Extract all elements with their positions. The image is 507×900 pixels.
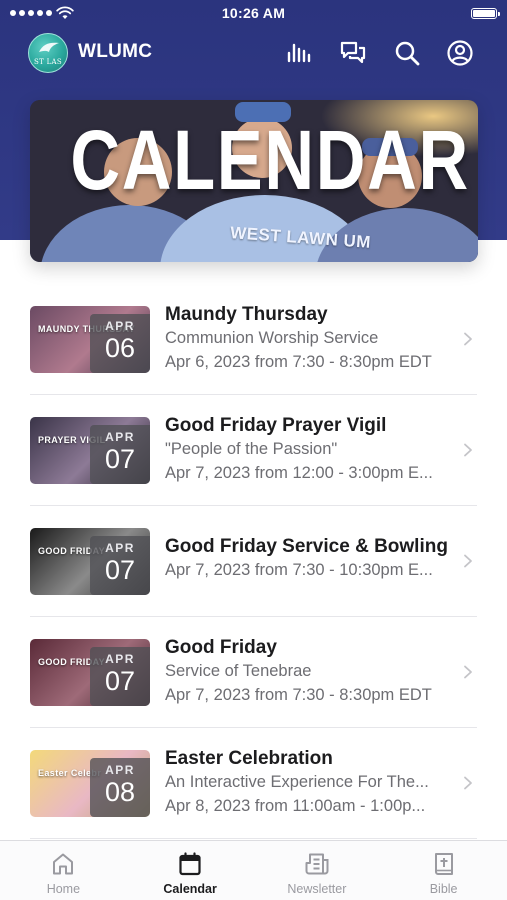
date-badge: APR 07 <box>90 647 150 706</box>
event-title: Good Friday <box>165 637 277 658</box>
event-text: Easter Celebration An Interactive Experie… <box>165 748 465 818</box>
event-datetime: Apr 7, 2023 from 7:30 - 10:30pm E... <box>165 561 433 579</box>
date-month: APR <box>105 430 135 444</box>
church-logo[interactable]: ST LAS <box>28 33 68 73</box>
event-title: Good Friday Prayer Vigil <box>165 415 387 436</box>
newsletter-icon <box>305 853 329 875</box>
event-datetime: Apr 7, 2023 from 7:30 - 8:30pm EDT <box>165 686 432 704</box>
tab-newsletter[interactable]: Newsletter <box>254 841 381 900</box>
chevron-right-icon <box>464 665 472 679</box>
date-month: APR <box>105 763 135 777</box>
event-datetime: Apr 6, 2023 from 7:30 - 8:30pm EDT <box>165 353 432 371</box>
event-text: Good Friday Prayer Vigil "People of the P… <box>165 415 465 485</box>
home-icon <box>53 853 74 875</box>
event-list-item[interactable]: Easter Celebr APR 08 Easter Celebration An I… <box>0 728 507 839</box>
tab-calendar[interactable]: Calendar <box>127 841 254 900</box>
event-thumbnail: Easter Celebr APR 08 <box>30 750 150 817</box>
event-list-item[interactable]: PRAYER VIGIL APR 07 Good Friday Prayer Vigi… <box>0 395 507 506</box>
event-list-item[interactable]: GOOD FRIDAY APR 07 Good Friday Service of Te… <box>0 617 507 728</box>
chart-bars-icon[interactable] <box>285 39 313 67</box>
tab-label: Newsletter <box>287 882 347 896</box>
app-header: ST LAS WLUMC <box>0 30 507 76</box>
status-time: 10:26 AM <box>221 5 286 21</box>
search-icon[interactable] <box>393 39 421 67</box>
date-day: 06 <box>104 333 136 363</box>
date-badge: APR 06 <box>90 314 150 373</box>
date-day: 07 <box>104 555 136 585</box>
chevron-right-icon <box>464 776 472 790</box>
event-list-item[interactable]: MAUNDY THURSDAY APR 06 Maundy Thursday Commu… <box>0 284 507 395</box>
event-subtitle: Communion Worship Service <box>165 329 379 347</box>
date-badge: APR 07 <box>90 425 150 484</box>
event-text: Good Friday Service of Tenebrae Apr 7, 202… <box>165 637 465 707</box>
date-month: APR <box>105 652 135 666</box>
event-list-item[interactable]: GOOD FRIDAY APR 07 Good Friday Service & Bo… <box>0 506 507 617</box>
date-month: APR <box>105 541 135 555</box>
date-day: 07 <box>104 444 136 474</box>
event-title: Easter Celebration <box>165 748 333 769</box>
event-thumbnail: GOOD FRIDAY APR 07 <box>30 528 150 595</box>
battery-icon <box>471 8 500 19</box>
divider <box>30 838 477 839</box>
logo-text: ST LAS <box>34 58 62 66</box>
date-month: APR <box>105 319 135 333</box>
date-day: 07 <box>104 666 136 696</box>
calendar-hero-banner: CALENDAR WEST LAWN UM <box>30 100 478 262</box>
app-title: WLUMC <box>78 41 153 62</box>
tab-bar: Home Calendar Newsletter Bible <box>0 840 507 900</box>
status-bar: 10:26 AM <box>0 0 507 28</box>
event-thumbnail: GOOD FRIDAY APR 07 <box>30 639 150 706</box>
date-badge: APR 07 <box>90 536 150 595</box>
event-list: MAUNDY THURSDAY APR 06 Maundy Thursday Commu… <box>0 284 507 839</box>
event-subtitle: An Interactive Experience For The... <box>165 773 429 791</box>
event-title: Good Friday Service & Bowling <box>165 536 448 557</box>
date-badge: APR 08 <box>90 758 150 817</box>
tab-bible[interactable]: Bible <box>380 841 507 900</box>
tab-label: Home <box>46 882 81 896</box>
dove-icon <box>39 42 59 52</box>
calendar-icon <box>179 852 201 876</box>
date-day: 08 <box>104 777 136 807</box>
event-text: Good Friday Service & Bowling Apr 7, 2023… <box>165 536 465 582</box>
event-subtitle: "People of the Passion" <box>165 440 338 458</box>
hero-title: CALENDAR <box>70 113 470 207</box>
event-thumbnail: MAUNDY THURSDAY APR 06 <box>30 306 150 373</box>
event-thumbnail: PRAYER VIGIL APR 07 <box>30 417 150 484</box>
tab-label: Calendar <box>163 882 217 896</box>
chevron-right-icon <box>464 554 472 568</box>
event-datetime: Apr 7, 2023 from 12:00 - 3:00pm E... <box>165 464 433 482</box>
event-subtitle: Service of Tenebrae <box>165 662 312 680</box>
chevron-right-icon <box>464 332 472 346</box>
tab-home[interactable]: Home <box>0 841 127 900</box>
event-text: Maundy Thursday Communion Worship Service… <box>165 304 465 374</box>
tab-label: Bible <box>429 882 458 896</box>
bible-icon <box>434 853 453 875</box>
event-title: Maundy Thursday <box>165 304 328 325</box>
profile-icon[interactable] <box>446 39 474 67</box>
chevron-right-icon <box>464 443 472 457</box>
event-datetime: Apr 8, 2023 from 11:00am - 1:00p... <box>165 797 426 815</box>
chat-bubbles-icon[interactable] <box>339 39 367 67</box>
